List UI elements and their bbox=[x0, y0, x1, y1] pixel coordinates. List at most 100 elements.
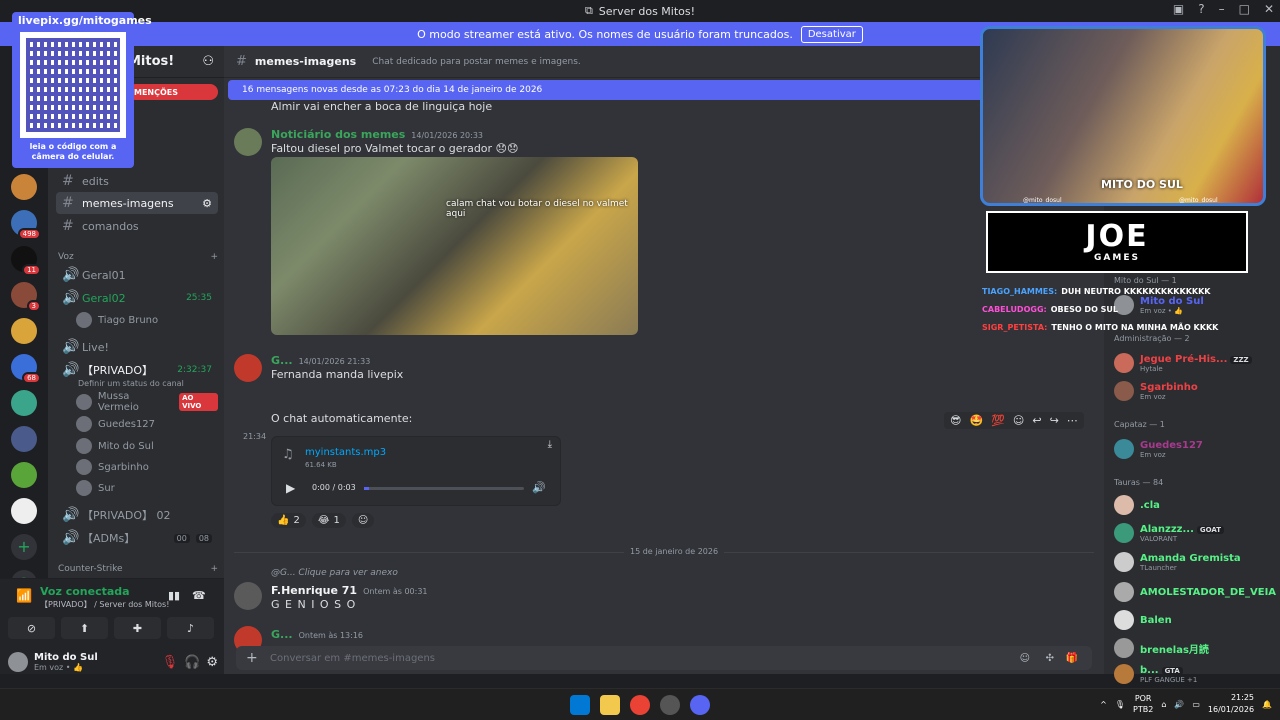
more-icon[interactable]: ⋯ bbox=[1067, 414, 1078, 427]
reply-preview[interactable]: @G... Clique para ver anexo bbox=[271, 568, 398, 578]
channel-comandos[interactable]: # comandos bbox=[56, 215, 218, 237]
voice-channel-privado[interactable]: 🔊 【PRIVADO】 2:32:37 bbox=[56, 359, 218, 381]
avatar[interactable] bbox=[234, 354, 262, 382]
server-icon[interactable]: 3 bbox=[11, 282, 41, 312]
member[interactable]: Alanzzz... GOAT VALORANT bbox=[1114, 520, 1274, 546]
start-icon[interactable] bbox=[570, 695, 590, 715]
screen-share-button[interactable]: ⬆ bbox=[61, 617, 108, 639]
chrome-icon[interactable] bbox=[630, 695, 650, 715]
channel-memes-imagens[interactable]: # memes-imagens ⚙ bbox=[56, 192, 218, 214]
notification-icon[interactable]: 🔔 bbox=[1262, 700, 1272, 709]
member[interactable]: AMOLESTADOR_DE_VEIA bbox=[1114, 579, 1276, 605]
server-icon[interactable] bbox=[11, 390, 37, 416]
member[interactable]: brenelas月読 bbox=[1114, 635, 1274, 661]
server-icon[interactable] bbox=[11, 174, 37, 200]
add-reaction-icon[interactable]: ☺ bbox=[1013, 414, 1024, 427]
disconnect-icon[interactable]: ☎ bbox=[192, 589, 206, 602]
voice-location[interactable]: 【PRIVADO】 / Server dos Mitos! bbox=[40, 599, 169, 610]
category-voz[interactable]: Voz + bbox=[58, 252, 218, 262]
voice-user[interactable]: Sgarbinho bbox=[76, 457, 218, 477]
battery-icon[interactable]: ▭ bbox=[1192, 700, 1200, 709]
server-icon[interactable]: 498 bbox=[11, 210, 41, 240]
voice-user[interactable]: Mito do Sul bbox=[76, 436, 218, 456]
member[interactable]: Sgarbinho Em voz bbox=[1114, 378, 1274, 404]
category-counter-strike[interactable]: Counter-Strike + bbox=[58, 564, 218, 574]
message-author[interactable]: F.Henrique 71 Ontem às 00:31 bbox=[271, 584, 428, 597]
volume-icon[interactable]: 🔊 bbox=[532, 481, 546, 494]
inbox-icon[interactable]: ▣ bbox=[1173, 2, 1184, 16]
volume-icon[interactable]: 🔊 bbox=[1174, 700, 1184, 709]
voice-channel-live[interactable]: 🔊 Live! bbox=[56, 336, 218, 358]
server-icon[interactable]: 68 bbox=[11, 354, 41, 384]
network-icon[interactable]: ⌂ bbox=[1161, 700, 1166, 709]
maximize-button[interactable]: □ bbox=[1239, 2, 1250, 16]
reaction[interactable]: 😂 1 bbox=[311, 513, 346, 528]
message-author[interactable]: G... Ontem às 13:16 bbox=[271, 628, 363, 641]
avatar[interactable] bbox=[234, 128, 262, 156]
camera-button[interactable]: ⊘ bbox=[8, 617, 55, 639]
add-member-icon[interactable]: ⚇ bbox=[202, 54, 214, 69]
voice-user[interactable]: Sur bbox=[76, 478, 218, 498]
minimize-button[interactable]: – bbox=[1219, 2, 1225, 16]
attach-icon[interactable]: + bbox=[246, 650, 258, 666]
add-channel-icon[interactable]: + bbox=[210, 564, 218, 574]
member[interactable]: b... GTA PLF GANGUE +1 bbox=[1114, 661, 1274, 687]
add-channel-icon[interactable]: + bbox=[210, 252, 218, 262]
member[interactable]: Amanda Gremista TLauncher bbox=[1114, 549, 1274, 575]
settings-icon[interactable]: ⚙ bbox=[206, 655, 218, 670]
voice-channel-geral01[interactable]: 🔊 Geral01 bbox=[56, 264, 218, 286]
apps-icon[interactable]: ✣ bbox=[1046, 653, 1054, 664]
add-reaction-button[interactable]: ☺ bbox=[351, 513, 375, 528]
file-explorer-icon[interactable] bbox=[600, 695, 620, 715]
meme-image[interactable]: calam chat vou botar o diesel no valmet … bbox=[271, 157, 638, 335]
member[interactable]: Guedes127 Em voz bbox=[1114, 436, 1274, 462]
new-messages-bar[interactable]: 16 mensagens novas desde as 07:23 do dia… bbox=[228, 80, 988, 100]
server-icon[interactable] bbox=[11, 426, 37, 452]
obs-icon[interactable] bbox=[660, 695, 680, 715]
emoji-icon[interactable]: ☺ bbox=[1020, 653, 1030, 664]
reaction-icon[interactable]: 🤩 bbox=[969, 414, 983, 427]
mentions-pill[interactable]: MENÇÕES bbox=[128, 84, 218, 100]
reaction-icon[interactable]: 💯 bbox=[991, 414, 1005, 427]
voice-channel-privado-02[interactable]: 🔊 【PRIVADO】 02 bbox=[56, 504, 218, 526]
channel-edits[interactable]: # edits bbox=[56, 170, 218, 192]
file-name[interactable]: myinstants.mp3 bbox=[305, 447, 386, 458]
download-icon[interactable]: ⤓ bbox=[548, 439, 552, 450]
play-icon[interactable]: ▶ bbox=[286, 481, 295, 495]
close-button[interactable]: ✕ bbox=[1264, 2, 1274, 16]
audio-progress[interactable] bbox=[364, 487, 524, 490]
reaction[interactable]: 👍 2 bbox=[271, 513, 306, 528]
chevron-up-icon[interactable]: ^ bbox=[1100, 700, 1107, 709]
deafen-icon[interactable]: 🎧 bbox=[184, 655, 200, 670]
keyboard-layout[interactable]: PTB2 bbox=[1133, 705, 1153, 714]
member[interactable]: Jegue Pré-His... ZZZ Hytale bbox=[1114, 350, 1274, 376]
language[interactable]: POR bbox=[1135, 694, 1152, 703]
gift-icon[interactable]: 🎁 bbox=[1066, 653, 1078, 664]
channel-topic[interactable]: Chat dedicado para postar memes e imagen… bbox=[372, 57, 581, 67]
mic-icon[interactable]: 🎙 bbox=[1115, 700, 1125, 709]
member[interactable]: Mito do Sul Em voz • 👍 bbox=[1114, 292, 1274, 318]
discord-icon[interactable] bbox=[690, 695, 710, 715]
voice-user[interactable]: Guedes127 bbox=[76, 414, 218, 434]
soundboard-button[interactable]: ♪ bbox=[167, 617, 214, 639]
server-icon[interactable] bbox=[11, 462, 37, 488]
server-icon[interactable]: 11 bbox=[11, 246, 41, 276]
member[interactable]: .cla bbox=[1114, 492, 1274, 518]
reaction-icon[interactable]: 😎 bbox=[950, 414, 961, 427]
reply-icon[interactable]: ↩ bbox=[1032, 414, 1041, 427]
voice-user[interactable]: Tiago Bruno bbox=[76, 310, 218, 330]
voice-channel-adms[interactable]: 🔊 【ADMs】 00 08 bbox=[56, 527, 218, 549]
user-area[interactable]: Mito do Sul Em voz • 👍 🎙 🎧 ⚙ bbox=[8, 651, 218, 673]
settings-icon[interactable]: ⚙ bbox=[202, 197, 212, 210]
noise-suppression-icon[interactable]: ▮▮ bbox=[168, 589, 180, 602]
mute-icon[interactable]: 🎙 bbox=[162, 655, 179, 670]
member[interactable]: Balen bbox=[1114, 607, 1274, 633]
server-icon[interactable] bbox=[11, 318, 37, 344]
disable-streamer-button[interactable]: Desativar bbox=[800, 25, 863, 43]
help-icon[interactable]: ? bbox=[1198, 2, 1204, 16]
avatar[interactable] bbox=[234, 582, 262, 610]
message-author[interactable]: G... 14/01/2026 21:33 bbox=[271, 354, 370, 367]
voice-channel-geral02[interactable]: 🔊 Geral02 25:35 bbox=[56, 287, 218, 309]
forward-icon[interactable]: ↪ bbox=[1050, 414, 1059, 427]
clock[interactable]: 21:25 16/01/2026 bbox=[1208, 692, 1254, 716]
